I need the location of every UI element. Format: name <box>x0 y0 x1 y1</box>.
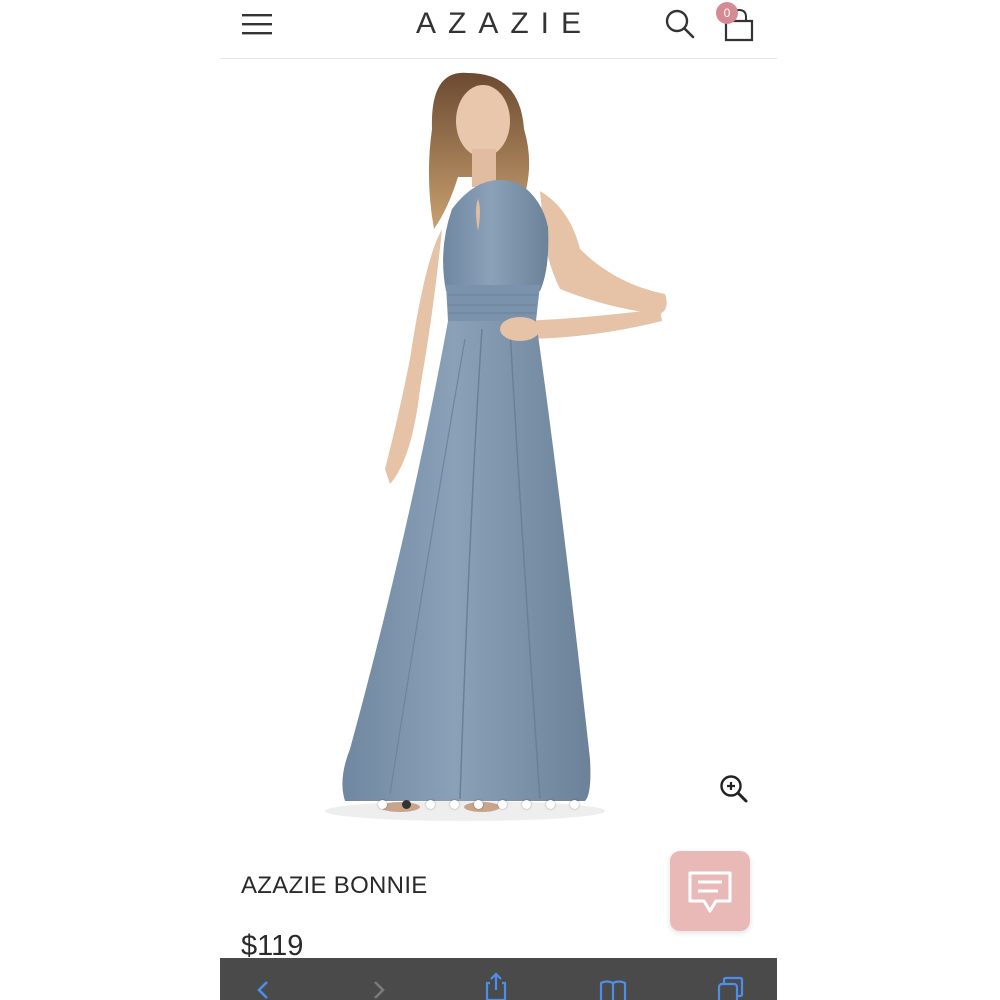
bookmarks-icon[interactable] <box>598 974 628 1000</box>
back-icon[interactable] <box>248 974 278 1000</box>
forward-icon[interactable] <box>364 974 394 1000</box>
tabs-icon[interactable] <box>715 974 745 1000</box>
share-icon[interactable] <box>481 970 511 1000</box>
product-image-gallery[interactable] <box>220 59 777 830</box>
shopping-bag-button[interactable]: 0 <box>716 2 760 44</box>
gallery-dot[interactable] <box>426 800 435 809</box>
mobile-page: AZAZIE 0 AZAZIE BONNIE $119 <box>220 0 777 1000</box>
gallery-dot[interactable] <box>450 800 459 809</box>
search-icon[interactable] <box>664 7 696 41</box>
gallery-dot-active[interactable] <box>402 800 411 809</box>
cart-count-badge: 0 <box>716 2 738 24</box>
gallery-dot[interactable] <box>522 800 531 809</box>
gallery-dot[interactable] <box>498 800 507 809</box>
gallery-dot[interactable] <box>546 800 555 809</box>
gallery-pagination <box>220 800 777 810</box>
gallery-dot[interactable] <box>570 800 579 809</box>
zoom-in-icon[interactable] <box>718 773 750 805</box>
product-photo <box>325 72 667 821</box>
site-header: AZAZIE 0 <box>220 0 777 59</box>
chat-button[interactable] <box>670 851 750 931</box>
gallery-dot[interactable] <box>474 800 483 809</box>
browser-toolbar <box>220 958 777 1000</box>
product-name: AZAZIE BONNIE <box>241 872 428 899</box>
gallery-dot[interactable] <box>378 800 387 809</box>
chat-bubble-icon <box>688 871 732 913</box>
